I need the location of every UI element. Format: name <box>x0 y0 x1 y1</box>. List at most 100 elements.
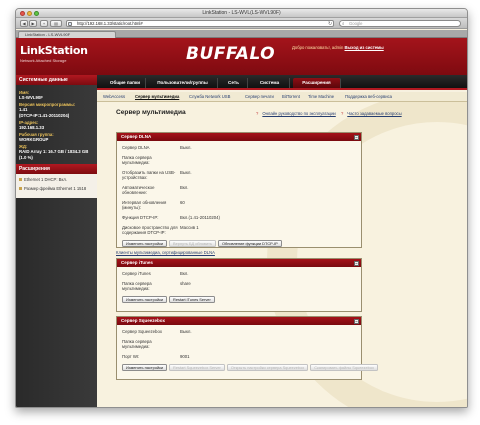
restart-itunes-button[interactable]: Restart iTunes Server <box>169 296 215 303</box>
squeezebox-buttons: Изменить настройки Restart Squeezebox Se… <box>122 364 378 371</box>
subnav-print-server[interactable]: Сервер печати <box>245 94 274 99</box>
address-bar[interactable]: http://192.168.1.33/static/root.html# <box>66 20 334 27</box>
logout-link[interactable]: Выход из системы <box>345 45 384 50</box>
search-icon: ⌕ <box>342 21 345 26</box>
dtcp-ip-update-button[interactable]: Обновление функции DTCP-IP <box>217 240 282 247</box>
faq-link[interactable]: Часто задаваемые вопросы <box>347 111 401 116</box>
browser-window: LinkStation - LS-WVL(LS-WVL90F) ◀ ▶ + ▤ … <box>15 8 468 408</box>
dlna-change-settings-button[interactable]: Изменить настройки <box>122 240 168 247</box>
setting-value: Вкл.(1.41-20110204) <box>180 215 220 220</box>
squeezebox-change-settings-button[interactable]: Изменить настройки <box>122 364 168 371</box>
window-title: LinkStation - LS-WVL(LS-WVL90F) <box>202 10 281 16</box>
setting-label: Папка сервера мультимедиа: <box>122 281 152 291</box>
setting-value: Выкл. <box>180 145 192 150</box>
recent-list: Ethernet 1 DHCP: Вкл. Размер фрейма Ethe… <box>16 174 97 199</box>
setting-label: Сервер Squeezebox <box>122 329 162 334</box>
info-value: RAID Array 1: 16.7 GB / 1834.3 GB (1.0 %… <box>19 149 89 160</box>
dlna-panel-title: Сервер DLNA <box>121 134 152 139</box>
setting-value: Выкл. <box>180 170 192 175</box>
setting-row: Папка сервера мультимедиа: <box>122 339 356 349</box>
recent-header: Расширения <box>16 164 97 175</box>
recent-item[interactable]: Размер фрейма Ethernet 1 1518 <box>19 186 94 191</box>
subnav-web-service[interactable]: Поддержка веб-сервиса <box>345 94 392 99</box>
setting-label: Дисковое пространство для содержания DTC… <box>122 225 178 235</box>
minimize-window-icon[interactable] <box>27 11 32 16</box>
system-info: Имя: LS-WVL90F Версия микропрограммы: 1.… <box>16 85 97 164</box>
setting-row: Папка сервера мультимедиа: share <box>122 281 356 291</box>
setting-label: Сервер iTunes <box>122 271 151 276</box>
bullet-icon <box>19 186 22 190</box>
setting-row: Функция DTCP-IP: Вкл.(1.41-20110204) <box>122 215 356 220</box>
close-window-icon[interactable] <box>20 11 25 16</box>
bullet-icon <box>19 177 22 181</box>
main-content: Сервер мультимедиа ? Онлайн руководство п… <box>97 102 467 407</box>
setting-label: Интервал обновления (минуты): <box>122 200 167 210</box>
squeezebox-open-settings-button[interactable]: Открыть настройки сервера Squeezebox <box>226 364 309 371</box>
setting-row: Сервер Squeezebox Выкл. <box>122 329 356 334</box>
itunes-panel-title: Сервер iTunes <box>121 260 153 265</box>
dlna-certified-clients-link[interactable]: Клиенты мультимедиа, сертифицированные D… <box>116 250 215 255</box>
setting-label: Порт WI: <box>122 354 140 359</box>
help-links: ? Онлайн руководство по эксплуатации ? Час… <box>252 111 402 116</box>
setting-row: Отобразить папки на USB-устройствах: Выкл… <box>122 170 356 180</box>
recent-item-text: Размер фрейма Ethernet 1 1518 <box>24 186 87 192</box>
collapse-icon[interactable]: − <box>354 260 359 266</box>
recent-item-text: Ethernet 1 DHCP: Вкл. <box>24 177 67 183</box>
reload-icon[interactable]: ↻ <box>328 21 332 27</box>
dlna-refresh-db-button[interactable]: Вернуть БД обновить <box>169 240 216 247</box>
setting-row: Интервал обновления (минуты): 60 <box>122 200 356 210</box>
recent-item[interactable]: Ethernet 1 DHCP: Вкл. <box>19 177 94 182</box>
setting-row: Сервер DLNA Выкл. <box>122 145 356 150</box>
search-input[interactable]: Google <box>339 20 461 27</box>
welcome-text: Добро пожаловать!, admin Выход из систем… <box>292 45 384 50</box>
nav-network[interactable]: Сеть <box>220 78 248 88</box>
product-name: LinkStation <box>20 44 88 57</box>
itunes-change-settings-button[interactable]: Изменить настройки <box>122 296 168 303</box>
welcome-message: Добро пожаловать!, admin <box>292 45 344 50</box>
setting-row: Сервер iTunes Вкл. <box>122 271 356 276</box>
setting-value <box>180 155 356 165</box>
subnav-bittorrent[interactable]: BitTorrent <box>282 94 300 99</box>
help-icon: ? <box>340 111 344 116</box>
sidebar: Системные данные Имя: LS-WVL90F Версия м… <box>16 75 97 407</box>
subnav-webaccess[interactable]: WebAccess <box>103 94 125 99</box>
dlna-panel-body: Сервер DLNA Выкл. Папка сервера мультимед… <box>117 141 361 251</box>
squeezebox-panel-title: Сервер Squeezebox <box>121 318 165 323</box>
restart-squeezebox-button[interactable]: Restart Squeezebox Server <box>169 364 225 371</box>
setting-label: Папка сервера мультимедиа: <box>122 339 152 349</box>
bookmarks-icon[interactable]: ▤ <box>50 20 62 27</box>
nav-users-groups[interactable]: Пользователи/группы <box>148 78 218 88</box>
setting-label: Папка сервера мультимедиа: <box>122 155 152 165</box>
back-button[interactable]: ◀ <box>20 20 28 27</box>
nav-extensions[interactable]: Расширения <box>293 78 341 88</box>
system-info-header: Системные данные <box>16 75 97 85</box>
collapse-icon[interactable]: − <box>354 134 359 140</box>
setting-label: Автоматическое обновление: <box>122 185 155 195</box>
app-header: LinkStation Network Attached Storage BUF… <box>16 38 467 75</box>
online-manual-link[interactable]: Онлайн руководство по эксплуатации <box>262 111 335 116</box>
subnav-media-server[interactable]: Сервер мультимедиа <box>135 94 179 99</box>
dlna-buttons: Изменить настройки Вернуть БД обновить О… <box>122 240 356 247</box>
linkstation-logo: LinkStation Network Attached Storage <box>20 44 88 63</box>
nav-system[interactable]: Система <box>250 78 290 88</box>
setting-value: Вкл. <box>180 271 189 276</box>
collapse-icon[interactable]: − <box>354 318 359 324</box>
sub-navigation: WebAccess Сервер мультимедиа Служба Netw… <box>97 92 467 102</box>
squeezebox-panel: Сервер Squeezebox − Сервер Squeezebox Вык… <box>116 316 378 380</box>
new-tab-button[interactable]: + <box>40 20 48 27</box>
browser-tab[interactable]: LinkStation - LS-WVL90F <box>18 31 116 38</box>
squeezebox-scan-button[interactable]: Сканировать файлы Squeezebox <box>310 364 378 371</box>
maximize-window-icon[interactable] <box>34 11 39 16</box>
subnav-time-machine[interactable]: Time Machine <box>308 94 334 99</box>
nav-shared-folders[interactable]: Общие папки <box>105 78 146 88</box>
main-navigation: Общие папки Пользователи/группы Сеть Сис… <box>97 75 467 90</box>
subnav-network-usb[interactable]: Служба Network USB <box>189 94 230 99</box>
page-icon <box>68 21 72 26</box>
setting-label: Отобразить папки на USB-устройствах: <box>122 170 176 180</box>
window-titlebar: LinkStation - LS-WVL(LS-WVL90F) <box>16 9 467 18</box>
setting-value: Массив 1 <box>180 225 199 230</box>
forward-button[interactable]: ▶ <box>29 20 37 27</box>
browser-tabbar: LinkStation - LS-WVL90F <box>16 30 467 38</box>
setting-value: 9001 <box>180 354 190 359</box>
setting-value: Вкл. <box>180 185 189 190</box>
